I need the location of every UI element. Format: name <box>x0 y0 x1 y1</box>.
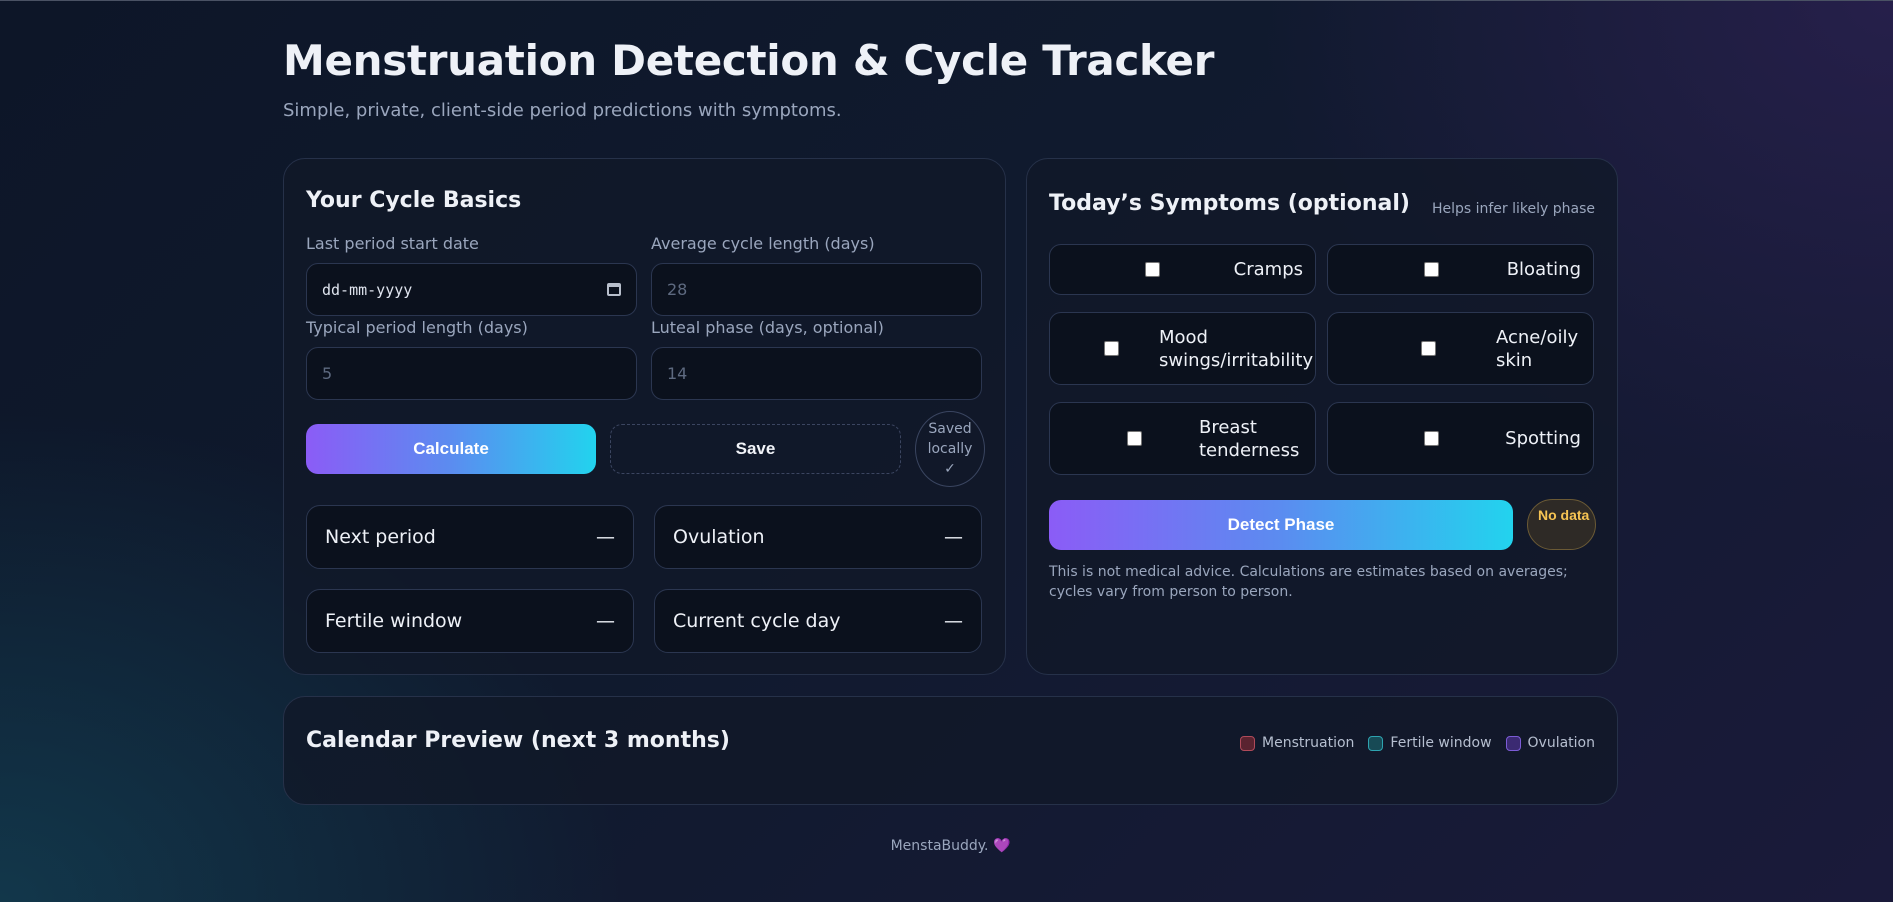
medical-disclaimer: This is not medical advice. Calculations… <box>1049 564 1568 600</box>
legend-swatch-menstruation <box>1240 735 1256 751</box>
legend-ovulation: Ovulation <box>1505 735 1595 751</box>
result-value: — <box>596 526 615 548</box>
calendar-legend: Menstruation Fertile window Ovulation <box>1240 735 1595 751</box>
period-length-placeholder: 5 <box>322 364 333 383</box>
result-fertile-window: Fertile window — <box>306 589 634 653</box>
last-period-label: Last period start date <box>306 234 479 253</box>
result-ovulation: Ovulation — <box>654 505 982 569</box>
cycle-basics-title: Your Cycle Basics <box>306 188 522 213</box>
symptoms-title: Today’s Symptoms (optional) <box>1049 191 1410 216</box>
page-title: Menstruation Detection & Cycle Tracker <box>283 36 1215 85</box>
period-length-label: Typical period length (days) <box>306 318 528 337</box>
period-length-input[interactable]: 5 <box>306 347 637 400</box>
result-label: Next period <box>325 526 436 548</box>
saved-line-2: locally <box>927 441 973 457</box>
symptom-label: Cramps <box>1233 259 1303 280</box>
legend-menstruation: Menstruation <box>1240 735 1354 751</box>
result-value: — <box>944 526 963 548</box>
cycle-basics-card: Your Cycle Basics Last period start date… <box>283 158 1006 675</box>
symptoms-card: Today’s Symptoms (optional) Helps infer … <box>1026 158 1618 675</box>
symptom-label: Mood swings/irritability <box>1159 326 1314 371</box>
symptom-mood-swings[interactable]: Mood swings/irritability <box>1049 312 1316 385</box>
result-label: Current cycle day <box>673 610 841 632</box>
legend-swatch-ovulation <box>1505 735 1521 751</box>
symptom-label: Acne/oily skin <box>1496 326 1579 371</box>
last-period-date-input[interactable]: dd-mm-yyyy <box>306 263 637 316</box>
symptom-bloating[interactable]: Bloating <box>1327 244 1594 295</box>
symptom-label: Bloating <box>1506 259 1581 280</box>
calculate-button[interactable]: Calculate <box>306 424 596 474</box>
page-subtitle: Simple, private, client-side period pred… <box>283 100 842 121</box>
legend-label: Menstruation <box>1262 735 1355 751</box>
luteal-phase-input[interactable]: 14 <box>651 347 982 400</box>
luteal-phase-label: Luteal phase (days, optional) <box>651 318 884 337</box>
symptom-breast-tenderness[interactable]: Breast tenderness <box>1049 402 1316 475</box>
phase-status-badge: No data <box>1527 499 1596 550</box>
cycle-length-label: Average cycle length (days) <box>651 234 875 253</box>
cycle-length-placeholder: 28 <box>667 280 688 299</box>
result-label: Fertile window <box>325 610 463 632</box>
legend-label: Ovulation <box>1527 735 1595 751</box>
symptom-label: Breast tenderness <box>1199 416 1300 461</box>
footer: MenstaBuddy. 💜 <box>283 838 1618 854</box>
cycle-length-input[interactable]: 28 <box>651 263 982 316</box>
detect-phase-button[interactable]: Detect Phase <box>1049 500 1513 550</box>
checkbox[interactable] <box>1104 341 1119 356</box>
calendar-title: Calendar Preview (next 3 months) <box>306 728 730 753</box>
symptom-acne[interactable]: Acne/oily skin <box>1327 312 1594 385</box>
result-value: — <box>596 610 615 632</box>
result-next-period: Next period — <box>306 505 634 569</box>
symptom-cramps[interactable]: Cramps <box>1049 244 1316 295</box>
luteal-phase-placeholder: 14 <box>667 364 688 383</box>
legend-swatch-fertile <box>1368 735 1384 751</box>
footer-text: MenstaBuddy. <box>890 838 989 854</box>
checkbox[interactable] <box>1424 262 1439 277</box>
calendar-icon[interactable] <box>607 283 621 296</box>
checkbox[interactable] <box>1145 262 1160 277</box>
saved-line-1: Saved <box>928 421 972 437</box>
checkbox[interactable] <box>1127 431 1142 446</box>
legend-label: Fertile window <box>1390 735 1492 751</box>
checkbox[interactable] <box>1424 431 1439 446</box>
result-value: — <box>944 610 963 632</box>
symptoms-hint: Helps infer likely phase <box>1431 201 1595 217</box>
result-current-cycle-day: Current cycle day — <box>654 589 982 653</box>
save-button[interactable]: Save <box>610 424 901 474</box>
check-icon: ✓ <box>944 461 956 477</box>
calendar-preview-card: Calendar Preview (next 3 months) Menstru… <box>283 696 1618 805</box>
symptom-spotting[interactable]: Spotting <box>1327 402 1594 475</box>
saved-locally-badge: Saved locally ✓ <box>915 411 985 487</box>
legend-fertile-window: Fertile window <box>1368 735 1492 751</box>
checkbox[interactable] <box>1421 341 1436 356</box>
heart-icon: 💜 <box>992 838 1011 854</box>
window-top-border <box>0 0 1893 1</box>
last-period-date-value: dd-mm-yyyy <box>322 280 413 299</box>
result-label: Ovulation <box>673 526 765 548</box>
symptom-label: Spotting <box>1505 428 1581 449</box>
